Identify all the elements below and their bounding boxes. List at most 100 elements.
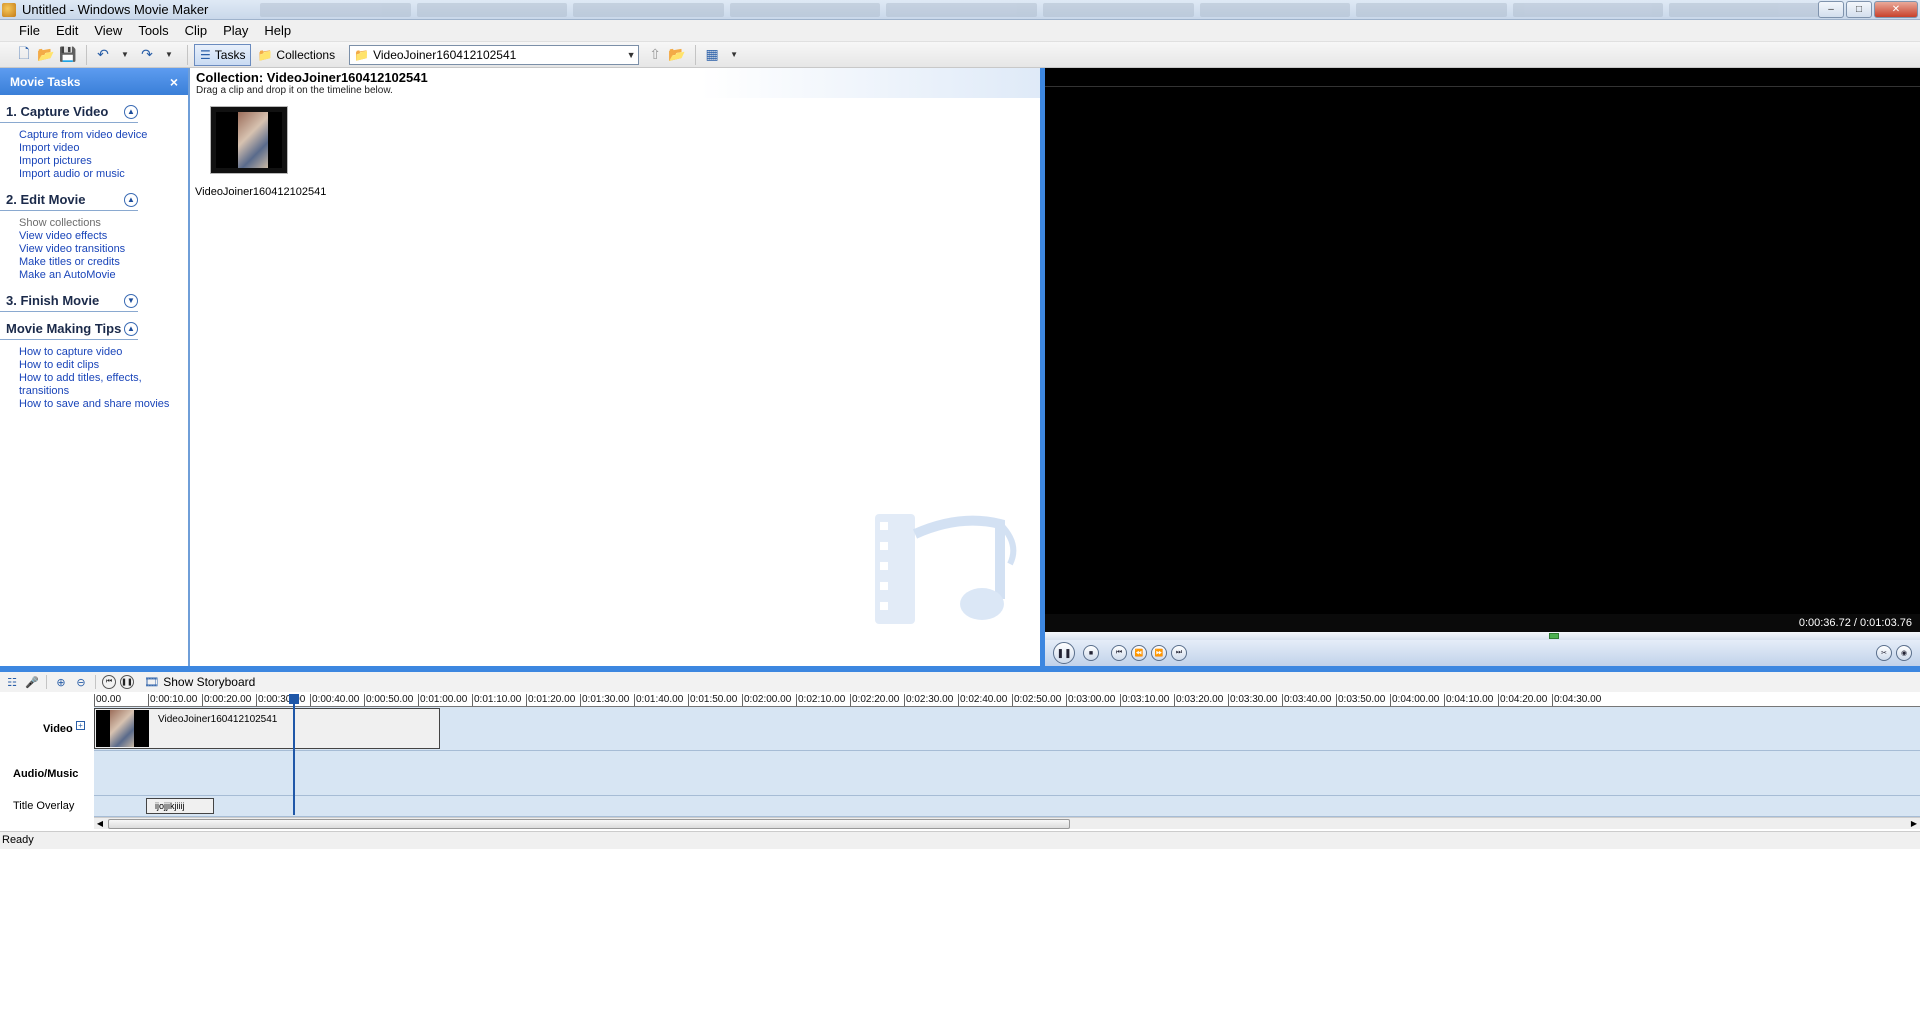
tasks-button[interactable]: ☰ Tasks xyxy=(194,43,252,66)
maximize-button[interactable]: □ xyxy=(1846,1,1872,18)
storyboard-icon: 🎞 xyxy=(144,675,160,689)
video-clip-label: VideoJoiner160412102541 xyxy=(158,714,278,725)
ruler-tick: 0:02:10.00 xyxy=(796,694,846,706)
playback-indicator-handle[interactable] xyxy=(289,694,299,704)
redo-icon[interactable]: ↷ xyxy=(137,45,157,65)
seek-thumb[interactable] xyxy=(1549,633,1559,639)
link-how-to-save-and-share[interactable]: How to save and share movies xyxy=(19,398,188,411)
new-project-icon[interactable]: 🗋 xyxy=(14,45,34,65)
playback-indicator[interactable] xyxy=(293,694,295,815)
collections-button[interactable]: 📁 Collections xyxy=(251,44,341,66)
chevron-down-icon[interactable]: ▼ xyxy=(624,50,638,60)
menu-tools[interactable]: Tools xyxy=(131,21,175,40)
zoom-in-icon[interactable]: ⊕ xyxy=(53,674,69,690)
ruler-tick: 0:04:20.00 xyxy=(1498,694,1548,706)
up-one-level-icon[interactable]: ⇧ xyxy=(645,45,665,65)
movie-tasks-header: Movie Tasks × xyxy=(0,68,188,95)
collection-clip-thumbnail[interactable] xyxy=(210,106,288,174)
split-clip-icon[interactable]: ✂ xyxy=(1876,645,1892,661)
title-overlay-clip[interactable]: ijojjikjiiij xyxy=(146,798,214,814)
new-collection-folder-icon[interactable]: 📂 xyxy=(667,45,687,65)
show-storyboard-button[interactable]: 🎞 Show Storyboard xyxy=(144,675,255,689)
save-project-icon[interactable]: 💾 xyxy=(58,45,78,65)
previous-frame-icon[interactable]: ⏮ xyxy=(1111,645,1127,661)
scroll-left-icon[interactable]: ◀ xyxy=(94,818,106,830)
link-how-to-edit-clips[interactable]: How to edit clips xyxy=(19,359,188,372)
link-how-to-capture-video[interactable]: How to capture video xyxy=(19,346,188,359)
menu-bar: File Edit View Tools Clip Play Help xyxy=(0,20,1920,42)
collection-select[interactable]: 📁 VideoJoiner160412102541 ▼ xyxy=(349,44,640,65)
section-capture-video: 1. Capture Video ▲ Capture from video de… xyxy=(0,101,188,183)
seek-bar[interactable] xyxy=(1045,632,1920,640)
link-import-video[interactable]: Import video xyxy=(19,142,188,155)
menu-play[interactable]: Play xyxy=(216,21,255,40)
menu-view[interactable]: View xyxy=(87,21,129,40)
link-show-collections: Show collections xyxy=(19,217,101,229)
tasks-icon: ☰ xyxy=(200,47,211,62)
link-capture-from-video-device[interactable]: Capture from video device xyxy=(19,129,188,142)
open-project-icon[interactable]: 📂 xyxy=(36,45,56,65)
link-import-pictures[interactable]: Import pictures xyxy=(19,155,188,168)
menu-help[interactable]: Help xyxy=(257,21,298,40)
next-frame-icon[interactable]: ⏭ xyxy=(1171,645,1187,661)
link-make-titles-or-credits[interactable]: Make titles or credits xyxy=(19,256,188,269)
expand-track-icon[interactable]: + xyxy=(76,721,85,730)
views-dropdown-icon[interactable]: ▼ xyxy=(724,45,744,65)
close-window-button[interactable]: ✕ xyxy=(1874,1,1918,18)
collection-clip-name[interactable]: VideoJoiner160412102541 xyxy=(195,186,326,198)
close-icon[interactable]: × xyxy=(170,74,178,90)
ruler-tick: 0:03:50.00 xyxy=(1336,694,1386,706)
title-bar: Untitled - Windows Movie Maker – □ ✕ xyxy=(0,0,1920,20)
collapse-up-icon[interactable]: ▲ xyxy=(124,192,138,207)
link-how-to-add-titles[interactable]: How to add titles, effects, transitions xyxy=(19,372,188,398)
take-picture-icon[interactable]: ◉ xyxy=(1896,645,1912,661)
stop-icon[interactable]: ■ xyxy=(1083,645,1099,661)
pause-timeline-icon[interactable]: ❚❚ xyxy=(120,675,134,689)
menu-file[interactable]: File xyxy=(12,21,47,40)
redo-dropdown-icon[interactable]: ▼ xyxy=(159,45,179,65)
collapse-up-icon[interactable]: ▲ xyxy=(124,104,138,119)
audio-music-track[interactable] xyxy=(94,751,1920,796)
video-track[interactable]: VideoJoiner160412102541 xyxy=(94,707,1920,751)
ruler-tick: 0:03:10.00 xyxy=(1120,694,1170,706)
title-overlay-track[interactable]: ijojjikjiiij xyxy=(94,796,1920,817)
link-make-automovie[interactable]: Make an AutoMovie xyxy=(19,269,188,282)
fast-forward-icon[interactable]: ⏩ xyxy=(1151,645,1167,661)
ruler-tick: 0:04:00.00 xyxy=(1390,694,1440,706)
zoom-out-icon[interactable]: ⊖ xyxy=(73,674,89,690)
link-import-audio-or-music[interactable]: Import audio or music xyxy=(19,168,188,181)
ruler-tick: 0:03:20.00 xyxy=(1174,694,1224,706)
scrollbar-thumb[interactable] xyxy=(108,819,1070,829)
window-title: Untitled - Windows Movie Maker xyxy=(22,2,209,17)
track-label-title-overlay: Title Overlay xyxy=(13,800,75,812)
narrate-timeline-icon[interactable]: 🎤 xyxy=(24,674,40,690)
scroll-right-icon[interactable]: ▶ xyxy=(1908,818,1920,830)
views-icon[interactable]: ▦ xyxy=(702,45,722,65)
undo-dropdown-icon[interactable]: ▼ xyxy=(115,45,135,65)
ruler-tick: 0:02:40.00 xyxy=(958,694,1008,706)
minimize-button[interactable]: – xyxy=(1818,1,1844,18)
video-clip[interactable]: VideoJoiner160412102541 xyxy=(94,708,440,749)
pause-icon[interactable]: ❚❚ xyxy=(1053,642,1075,664)
menu-clip[interactable]: Clip xyxy=(178,21,214,40)
ruler-tick: 0:03:30.00 xyxy=(1228,694,1278,706)
link-view-video-effects[interactable]: View video effects xyxy=(19,230,188,243)
video-clip-thumbnail xyxy=(96,710,149,747)
rewind-icon[interactable]: ⏪ xyxy=(1131,645,1147,661)
ruler-tick: 0:01:30.00 xyxy=(580,694,630,706)
movie-tasks-pane: Movie Tasks × 1. Capture Video ▲ Capture… xyxy=(0,68,190,666)
collapse-up-icon[interactable]: ▲ xyxy=(124,321,138,336)
timeline-ruler[interactable]: 00.00 0:00:10.00 0:00:20.00 0:00:30.00 0:00:… xyxy=(94,694,1920,707)
video-preview-screen xyxy=(1045,86,1920,614)
timeline-scrollbar[interactable]: ◀ ▶ xyxy=(94,817,1920,829)
ruler-tick: 00.00 xyxy=(94,694,122,706)
set-audio-levels-icon[interactable]: ☷ xyxy=(4,674,20,690)
rewind-timeline-icon[interactable]: ⏮ xyxy=(102,675,116,689)
link-view-video-transitions[interactable]: View video transitions xyxy=(19,243,188,256)
menu-edit[interactable]: Edit xyxy=(49,21,85,40)
expand-down-icon[interactable]: ▼ xyxy=(124,293,138,308)
folder-icon: 📁 xyxy=(257,47,273,62)
ruler-tick: 0:01:00.00 xyxy=(418,694,468,706)
undo-icon[interactable]: ↶ xyxy=(93,45,113,65)
section-edit-movie: 2. Edit Movie ▲ Show collections View vi… xyxy=(0,189,188,284)
